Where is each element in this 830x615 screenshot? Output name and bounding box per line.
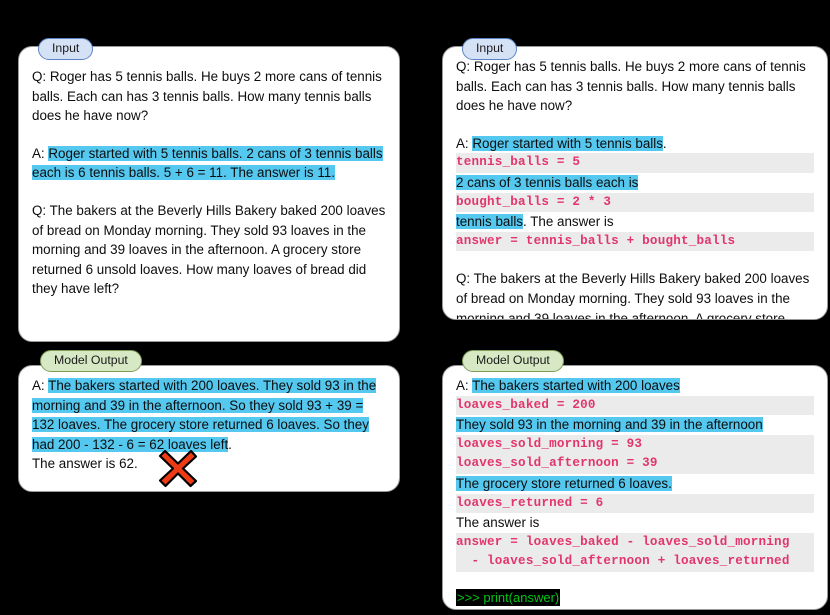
code-line-loaves-baked: loaves_baked = 200 (456, 395, 814, 416)
terminal-result: 74 (456, 608, 473, 609)
code-line-tennis-balls: tennis_balls = 5 (456, 153, 814, 173)
right-input-answer-line-3: tennis balls. The answer is (456, 212, 814, 232)
left-column: Input Q: Roger has 5 tennis balls. He bu… (8, 0, 400, 615)
right-output-line-3: The grocery store returned 6 loaves. (456, 474, 814, 494)
right-model-output-card: A: The bakers started with 200 loaves lo… (442, 365, 828, 610)
left-model-output-card: A: The bakers started with 200 loaves. T… (18, 365, 400, 492)
a-prefix: A: (456, 378, 473, 393)
terminal-prompt-line: >>> print(answer) (456, 588, 814, 608)
left-input-question-2: Q: The bakers at the Beverly Hills Baker… (32, 201, 386, 299)
code-line-answer-part-1: answer = loaves_baked - loaves_sold_morn… (456, 532, 814, 553)
terminal-result-line: 74 (456, 608, 814, 609)
highlighted-rationale: The bakers started with 200 loaves. They… (32, 378, 377, 452)
left-input-question-1: Q: Roger has 5 tennis balls. He buys 2 m… (32, 67, 386, 126)
x-mark-icon (158, 449, 198, 488)
rationale-tail: . The answer is (523, 214, 614, 230)
right-output-answer-is: The answer is (456, 515, 540, 531)
code-line-sold-morning: loaves_sold_morning = 93 (456, 434, 814, 455)
highlighted-rationale: They sold 93 in the morning and 39 in th… (456, 417, 763, 433)
left-model-output-body: A: The bakers started with 200 loaves. T… (19, 366, 399, 482)
right-input-answer-line-2: 2 cans of 3 tennis balls each is (456, 173, 814, 193)
code-line-answer: answer = tennis_balls + bought_balls (456, 231, 814, 252)
code-line-answer-part-2: - loaves_sold_afternoon + loaves_returne… (456, 552, 814, 572)
right-column: Input Q: Roger has 5 tennis balls. He bu… (438, 0, 830, 615)
q-text: The bakers at the Beverly Hills Bakery b… (32, 202, 386, 297)
q-prefix: Q: (32, 202, 50, 218)
right-input-card: Q: Roger has 5 tennis balls. He buys 2 m… (442, 46, 828, 320)
right-input-answer-line-1: A: Roger started with 5 tennis balls. (456, 134, 814, 154)
left-output-answer: A: The bakers started with 200 loaves. T… (32, 376, 386, 454)
right-model-output-badge: Model Output (462, 350, 564, 372)
rationale-period: . (662, 135, 667, 151)
code-line-bought-balls: bought_balls = 2 * 3 (456, 192, 814, 213)
right-output-line-1: A: The bakers started with 200 loaves (456, 376, 814, 396)
code-line-loaves-returned: loaves_returned = 6 (456, 493, 814, 514)
a-prefix: A: (32, 378, 49, 393)
highlighted-rationale: The grocery store returned 6 loaves. (456, 475, 672, 491)
code-line-sold-afternoon: loaves_sold_afternoon = 39 (456, 454, 814, 474)
a-prefix: A: (32, 145, 49, 161)
highlighted-rationale: Roger started with 5 tennis balls (472, 135, 663, 151)
right-input-badge: Input (462, 38, 518, 60)
highlighted-rationale: Roger started with 5 tennis balls. 2 can… (32, 145, 383, 181)
rationale-period: . (228, 436, 232, 452)
q-text: Roger has 5 tennis balls. He buys 2 more… (456, 59, 806, 114)
left-input-card: Q: Roger has 5 tennis balls. He buys 2 m… (18, 46, 400, 342)
left-output-final-answer: The answer is 62. (32, 456, 138, 472)
q-prefix: Q: (456, 271, 474, 287)
right-output-line-2: They sold 93 in the morning and 39 in th… (456, 415, 814, 435)
q-text: Roger has 5 tennis balls. He buys 2 more… (32, 69, 382, 124)
left-input-answer-1: A: Roger started with 5 tennis balls. 2 … (32, 144, 386, 183)
highlighted-rationale: tennis balls (456, 214, 523, 230)
left-model-output-badge: Model Output (40, 350, 142, 372)
left-input-badge: Input (38, 38, 94, 60)
highlighted-rationale: The bakers started with 200 loaves (472, 378, 680, 393)
q-prefix: Q: (32, 69, 50, 84)
right-input-question-1: Q: Roger has 5 tennis balls. He buys 2 m… (456, 57, 814, 116)
left-input-body: Q: Roger has 5 tennis balls. He buys 2 m… (19, 47, 399, 307)
right-input-body: Q: Roger has 5 tennis balls. He buys 2 m… (443, 47, 827, 320)
terminal-block: >>> print(answer) 74 (456, 588, 814, 609)
q-prefix: Q: (456, 59, 474, 74)
a-prefix: A: (456, 135, 473, 151)
terminal-prompt: >>> print(answer) (456, 588, 561, 606)
right-model-output-body: A: The bakers started with 200 loaves lo… (443, 366, 827, 609)
q-text: The bakers at the Beverly Hills Bakery b… (456, 271, 810, 320)
highlighted-rationale: 2 cans of 3 tennis balls each is (456, 174, 639, 190)
right-input-question-2: Q: The bakers at the Beverly Hills Baker… (456, 269, 814, 320)
page-root: Input Q: Roger has 5 tennis balls. He bu… (0, 0, 830, 615)
